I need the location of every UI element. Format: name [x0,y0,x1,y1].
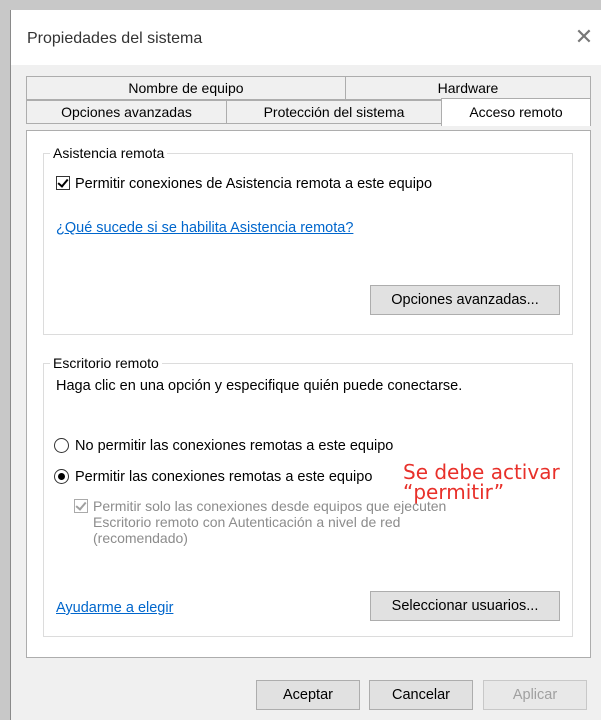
red-annotation: Se debe activar “permitir” [403,462,560,502]
ok-button[interactable]: Aceptar [256,680,360,710]
radio-no-permitir-label: No permitir las conexiones remotas a est… [75,438,394,454]
advanced-options-button[interactable]: Opciones avanzadas... [370,285,560,315]
close-icon[interactable]: ✕ [566,22,601,52]
window-title: Propiedades del sistema [27,30,203,47]
radio-permitir[interactable] [54,469,69,484]
annotation-line2: “permitir” [403,480,505,504]
apply-button[interactable]: Aplicar [483,680,587,710]
asistencia-remota-group: Asistencia remota Permitir conexiones de… [43,145,573,335]
nla-label-line2: Escritorio remoto con Autenticación a ni… [93,514,401,530]
radio-permitir-row[interactable]: Permitir las conexiones remotas a este e… [54,469,372,485]
tab-hardware[interactable]: Hardware [345,76,591,100]
cancel-button[interactable]: Cancelar [369,680,473,710]
asistencia-help-link[interactable]: ¿Qué sucede si se habilita Asistencia re… [56,220,353,236]
tab-panel-acceso-remoto: Asistencia remota Permitir conexiones de… [26,130,591,658]
title-bar: Propiedades del sistema ✕ [11,10,601,65]
asistencia-checkbox[interactable] [56,176,70,190]
escritorio-instruction: Haga clic en una opción y especifique qu… [56,378,463,394]
dialog-footer: Aceptar Cancelar Aplicar [11,670,601,720]
asistencia-checkbox-row[interactable]: Permitir conexiones de Asistencia remota… [56,176,432,192]
annotation-line1: Se debe activar [403,460,560,484]
radio-no-permitir-row[interactable]: No permitir las conexiones remotas a est… [54,438,393,454]
asistencia-checkbox-label: Permitir conexiones de Asistencia remota… [75,176,433,192]
nla-label-line3: (recomendado) [93,530,188,546]
help-me-choose-link[interactable]: Ayudarme a elegir [56,600,173,616]
group-legend: Asistencia remota [50,145,168,161]
group-legend: Escritorio remoto [50,355,162,371]
tab-acceso-remoto[interactable]: Acceso remoto [441,98,591,126]
tab-proteccion-del-sistema[interactable]: Protección del sistema [226,100,442,124]
tab-nombre-de-equipo[interactable]: Nombre de equipo [26,76,346,100]
radio-permitir-label: Permitir las conexiones remotas a este e… [75,469,373,485]
tab-opciones-avanzadas[interactable]: Opciones avanzadas [26,100,227,124]
nla-checkbox [74,499,88,513]
system-properties-dialog: Propiedades del sistema ✕ Nombre de equi… [10,10,601,720]
select-users-button[interactable]: Seleccionar usuarios... [370,591,560,621]
nla-label-line1: Permitir solo las conexiones desde equip… [93,498,447,514]
radio-no-permitir[interactable] [54,438,69,453]
